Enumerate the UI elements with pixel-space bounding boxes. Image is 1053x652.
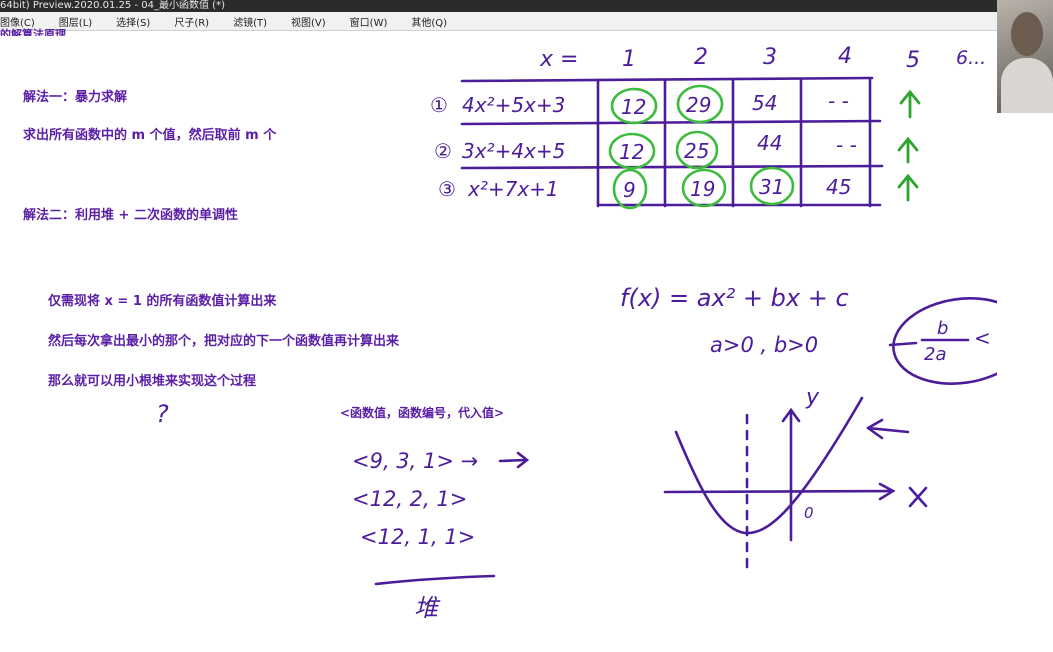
table-line-row1 — [460, 119, 882, 126]
hw-row3-v4: 45 — [826, 175, 851, 199]
hw-x2: 2 — [694, 45, 708, 70]
hw-formula: f(x) = ax² + bx + c — [620, 284, 849, 312]
hw-heap-tuple-3: <12, 1, 1> — [360, 525, 475, 549]
tuple-arrow — [498, 451, 530, 469]
hw-row2-v1: 12 — [619, 140, 644, 164]
hw-origin: 0 — [804, 504, 814, 522]
hw-x1: 1 — [622, 47, 636, 72]
hw-vertex-rest: < 0 — [974, 326, 997, 350]
hw-row3-v1: 9 — [623, 178, 636, 202]
hw-x4: 4 — [838, 44, 852, 69]
hw-row1-v3: 54 — [752, 91, 777, 115]
table-line-row2 — [460, 164, 884, 170]
hw-row2-v4: - - — [836, 133, 857, 157]
arrow-up-row3 — [897, 173, 919, 202]
hw-x5: 5 — [906, 48, 920, 73]
hw-row2-v3: 44 — [757, 131, 782, 155]
graph-pointer-arrow — [866, 418, 910, 440]
hw-row3-label: ③ — [438, 177, 456, 201]
hw-row1-v4: - - — [828, 89, 849, 113]
hw-question-mark: ? — [156, 400, 169, 428]
hw-x-equals: x = — [539, 47, 578, 72]
hw-heap-tuple-1: <9, 3, 1> → — [352, 449, 478, 473]
arrow-up-row2 — [897, 136, 919, 164]
hw-row2-v2: 25 — [684, 139, 709, 163]
graph-x-label — [908, 486, 928, 508]
hw-axis-y: y — [805, 385, 820, 410]
hw-row3-expr: x²+7x+1 — [467, 177, 559, 201]
hw-row1-v2: 29 — [686, 93, 711, 117]
hw-row1-label: ① — [430, 93, 448, 117]
table-line-top — [460, 76, 874, 83]
hw-row3-v3: 31 — [759, 175, 784, 199]
webcam-overlay — [997, 0, 1053, 113]
hw-row1-v1: 12 — [621, 95, 646, 119]
hw-heap-tuple-2: <12, 2, 1> — [352, 487, 467, 511]
ink-canvas: x = 1 2 3 4 5 6... ① 4x²+5x+3 12 29 54 -… — [156, 44, 997, 622]
graph-parabola — [674, 396, 864, 535]
hw-vertex-den: 2a — [924, 344, 946, 365]
hw-condition: a>0 , b>0 — [710, 333, 818, 357]
hw-heap-label: 堆 — [414, 594, 441, 622]
webcam-person-head — [1011, 12, 1043, 56]
arrow-up-row1 — [899, 89, 921, 119]
hw-vertex-num: b — [937, 318, 948, 339]
heap-underline — [374, 574, 496, 586]
webcam-person-body — [1001, 58, 1053, 113]
graph-x-axis — [663, 489, 895, 494]
hw-row3-v2: 19 — [690, 177, 715, 201]
hw-x6: 6... — [956, 47, 986, 69]
hw-row1-expr: 4x²+5x+3 — [462, 93, 565, 117]
hw-row2-expr: 3x²+4x+5 — [462, 139, 565, 163]
hw-x3: 3 — [763, 45, 777, 70]
hw-row2-label: ② — [434, 139, 452, 163]
